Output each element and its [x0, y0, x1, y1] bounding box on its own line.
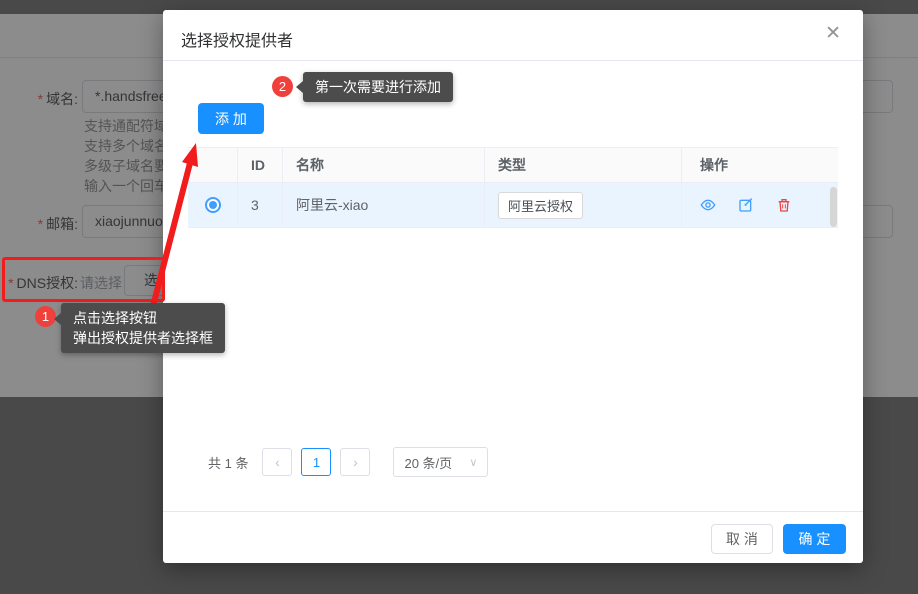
dialog-header: 选择授权提供者 ✕ — [163, 10, 863, 61]
select-auth-provider-dialog: 选择授权提供者 ✕ 添 加 ID 名称 类型 操作 3 阿里云-xiao 阿里云… — [163, 10, 863, 563]
type-column-header: 类型 — [485, 148, 682, 182]
table-header-row: ID 名称 类型 操作 — [188, 147, 838, 183]
name-column-header: 名称 — [283, 148, 485, 182]
type-tag: 阿里云授权 — [498, 192, 583, 219]
tooltip-arrow-left — [54, 313, 61, 325]
tooltip-line: 第一次需要进行添加 — [315, 77, 441, 97]
pagination: 共 1 条 ‹ 1 › 20 条/页 ∨ — [208, 447, 488, 477]
page-number-button[interactable]: 1 — [301, 448, 331, 476]
row-ops-cell — [682, 183, 838, 227]
add-button[interactable]: 添 加 — [198, 103, 264, 134]
delete-icon[interactable] — [776, 197, 792, 213]
tooltip-line: 点击选择按钮 — [73, 308, 213, 328]
confirm-button[interactable]: 确 定 — [783, 524, 846, 554]
table-row[interactable]: 3 阿里云-xiao 阿里云授权 — [188, 183, 838, 228]
edit-icon[interactable] — [738, 197, 754, 213]
select-column-header — [188, 148, 238, 182]
page-size-select[interactable]: 20 条/页 ∨ — [393, 447, 488, 477]
tooltip-arrow-left — [296, 81, 303, 93]
dialog-title: 选择授权提供者 — [181, 27, 293, 51]
row-id-cell: 3 — [238, 183, 283, 227]
id-column-header: ID — [238, 148, 283, 182]
annotation-step2-tooltip: 第一次需要进行添加 — [303, 72, 453, 102]
row-type-cell: 阿里云授权 — [485, 183, 682, 227]
pagination-total: 共 1 条 — [208, 453, 248, 472]
annotation-highlight-rect — [2, 257, 165, 302]
annotation-step2-badge: 2 — [272, 76, 293, 97]
ops-column-header: 操作 — [682, 148, 838, 182]
annotation-step1-badge: 1 — [35, 306, 56, 327]
cancel-button[interactable]: 取 消 — [711, 524, 773, 554]
annotation-step1-tooltip: 点击选择按钮 弹出授权提供者选择框 — [61, 303, 225, 353]
table-scrollbar-thumb[interactable] — [830, 187, 837, 227]
provider-table: ID 名称 类型 操作 3 阿里云-xiao 阿里云授权 — [188, 147, 838, 228]
page-size-value: 20 条/页 — [404, 453, 452, 472]
row-name-cell: 阿里云-xiao — [283, 183, 485, 227]
close-icon[interactable]: ✕ — [825, 24, 841, 43]
chevron-down-icon: ∨ — [469, 456, 477, 469]
view-icon[interactable] — [700, 197, 716, 213]
row-radio-selected[interactable] — [205, 197, 221, 213]
radio-dot — [209, 201, 217, 209]
row-select-cell — [188, 183, 238, 227]
dialog-footer: 取 消 确 定 — [163, 511, 863, 563]
screenshot-stage: *域名: *.handsfree 支持通配符域名 支持多个域名、 多级子域名要分… — [0, 0, 918, 594]
prev-page-button[interactable]: ‹ — [262, 448, 292, 476]
tooltip-line: 弹出授权提供者选择框 — [73, 328, 213, 348]
next-page-button[interactable]: › — [340, 448, 370, 476]
